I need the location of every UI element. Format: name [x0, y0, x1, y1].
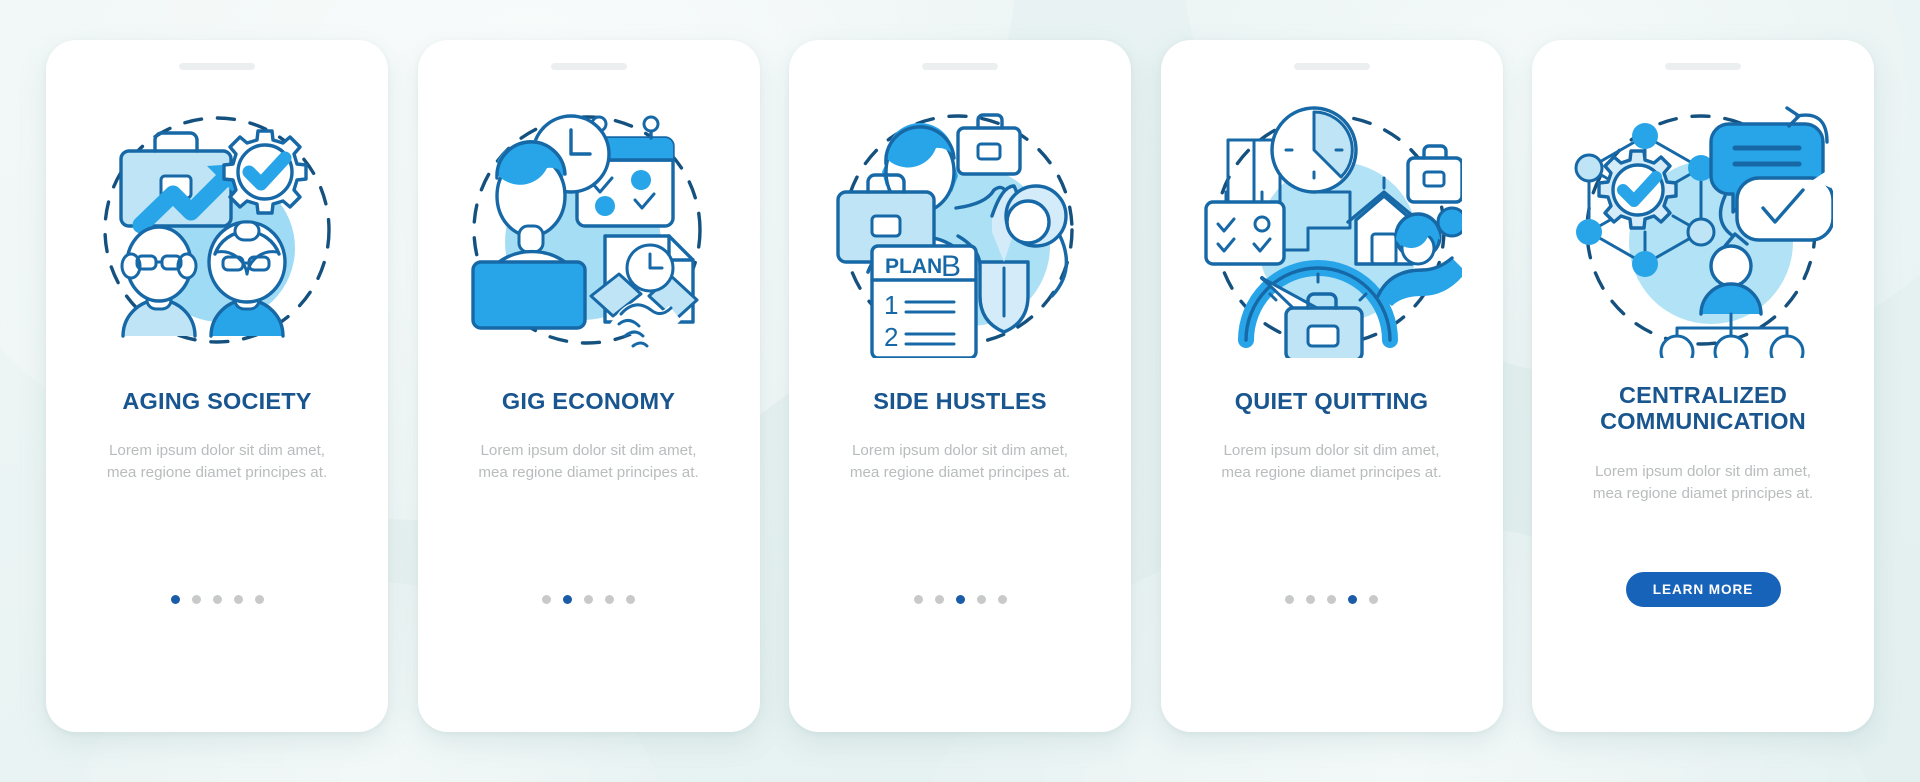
screen-title: GIG ECONOMY	[501, 388, 676, 414]
learn-more-button[interactable]: LEARN MORE	[1625, 572, 1781, 607]
aging-society-illustration	[87, 96, 347, 358]
pagination-dots[interactable]	[913, 595, 1007, 604]
screen-title: CENTRALIZED COMMUNICATION	[1582, 382, 1824, 435]
pagination-dots[interactable]	[542, 595, 635, 604]
pagination-dot-1[interactable]	[542, 595, 551, 604]
phone-speaker-notch	[1665, 63, 1741, 70]
svg-text:PLAN: PLAN	[885, 255, 942, 278]
pagination-dot-2[interactable]	[934, 595, 944, 604]
pagination-dot-2[interactable]	[191, 595, 201, 604]
pagination-dot-5[interactable]	[1369, 595, 1378, 604]
pagination-dots[interactable]	[1285, 595, 1378, 604]
screen-title: QUIET QUITTING	[1234, 388, 1429, 414]
phone-speaker-notch	[922, 63, 998, 70]
pagination-dot-1[interactable]	[170, 595, 180, 604]
pagination-dot-5[interactable]	[997, 595, 1007, 604]
onboarding-screen-aging-society[interactable]: AGING SOCIETY Lorem ipsum dolor sit dim …	[46, 40, 388, 732]
screen-title-line-2: COMMUNICATION	[1600, 408, 1806, 435]
phone-speaker-notch	[1293, 63, 1370, 70]
pagination-dot-3[interactable]	[584, 595, 593, 604]
onboarding-screen-centralized-communication[interactable]: CENTRALIZED COMMUNICATION Lorem ipsum do…	[1532, 40, 1874, 732]
gig-economy-illustration	[459, 96, 719, 358]
pagination-dot-3[interactable]	[1327, 595, 1336, 604]
pagination-dot-2[interactable]	[1306, 595, 1315, 604]
screen-description: Lorem ipsum dolor sit dim amet, mea regi…	[478, 442, 699, 482]
side-hustles-illustration: PLAN B 1 2	[830, 96, 1090, 358]
pagination-dot-3[interactable]	[212, 595, 222, 604]
svg-text:B: B	[941, 250, 961, 283]
pagination-dot-3[interactable]	[955, 595, 965, 604]
screen-description: Lorem ipsum dolor sit dim amet, mea regi…	[106, 442, 328, 482]
svg-text:2: 2	[884, 322, 898, 352]
onboarding-screen-quiet-quitting[interactable]: QUIET QUITTING Lorem ipsum dolor sit dim…	[1160, 40, 1503, 732]
screen-title-line-1: CENTRALIZED	[1619, 382, 1787, 408]
screen-title: SIDE HUSTLES	[873, 388, 1047, 414]
pagination-dot-2[interactable]	[563, 595, 572, 604]
pagination-dot-4[interactable]	[976, 595, 986, 604]
pagination-dot-5[interactable]	[626, 595, 635, 604]
svg-text:1: 1	[884, 290, 898, 320]
pagination-dot-1[interactable]	[913, 595, 923, 604]
onboarding-screen-side-hustles[interactable]: PLAN B 1 2 SIDE HUSTLES Lorem ipsum dolo…	[789, 40, 1131, 732]
centralized-communication-illustration	[1573, 96, 1833, 358]
screen-description: Lorem ipsum dolor sit dim amet, mea regi…	[849, 442, 1071, 482]
pagination-dot-4[interactable]	[233, 595, 243, 604]
screen-title: AGING SOCIETY	[122, 388, 312, 414]
phone-speaker-notch	[550, 63, 627, 70]
quiet-quitting-illustration	[1202, 96, 1462, 358]
phone-speaker-notch	[179, 63, 255, 70]
pagination-dot-4[interactable]	[1348, 595, 1357, 604]
pagination-dots[interactable]	[170, 595, 264, 604]
screen-description: Lorem ipsum dolor sit dim amet, mea regi…	[1221, 442, 1442, 482]
onboarding-screens-row: AGING SOCIETY Lorem ipsum dolor sit dim …	[0, 0, 1920, 782]
onboarding-screen-gig-economy[interactable]: GIG ECONOMY Lorem ipsum dolor sit dim am…	[417, 40, 760, 732]
pagination-dot-1[interactable]	[1285, 595, 1294, 604]
pagination-dot-4[interactable]	[605, 595, 614, 604]
pagination-dot-5[interactable]	[254, 595, 264, 604]
screen-description: Lorem ipsum dolor sit dim amet, mea regi…	[1592, 462, 1814, 502]
